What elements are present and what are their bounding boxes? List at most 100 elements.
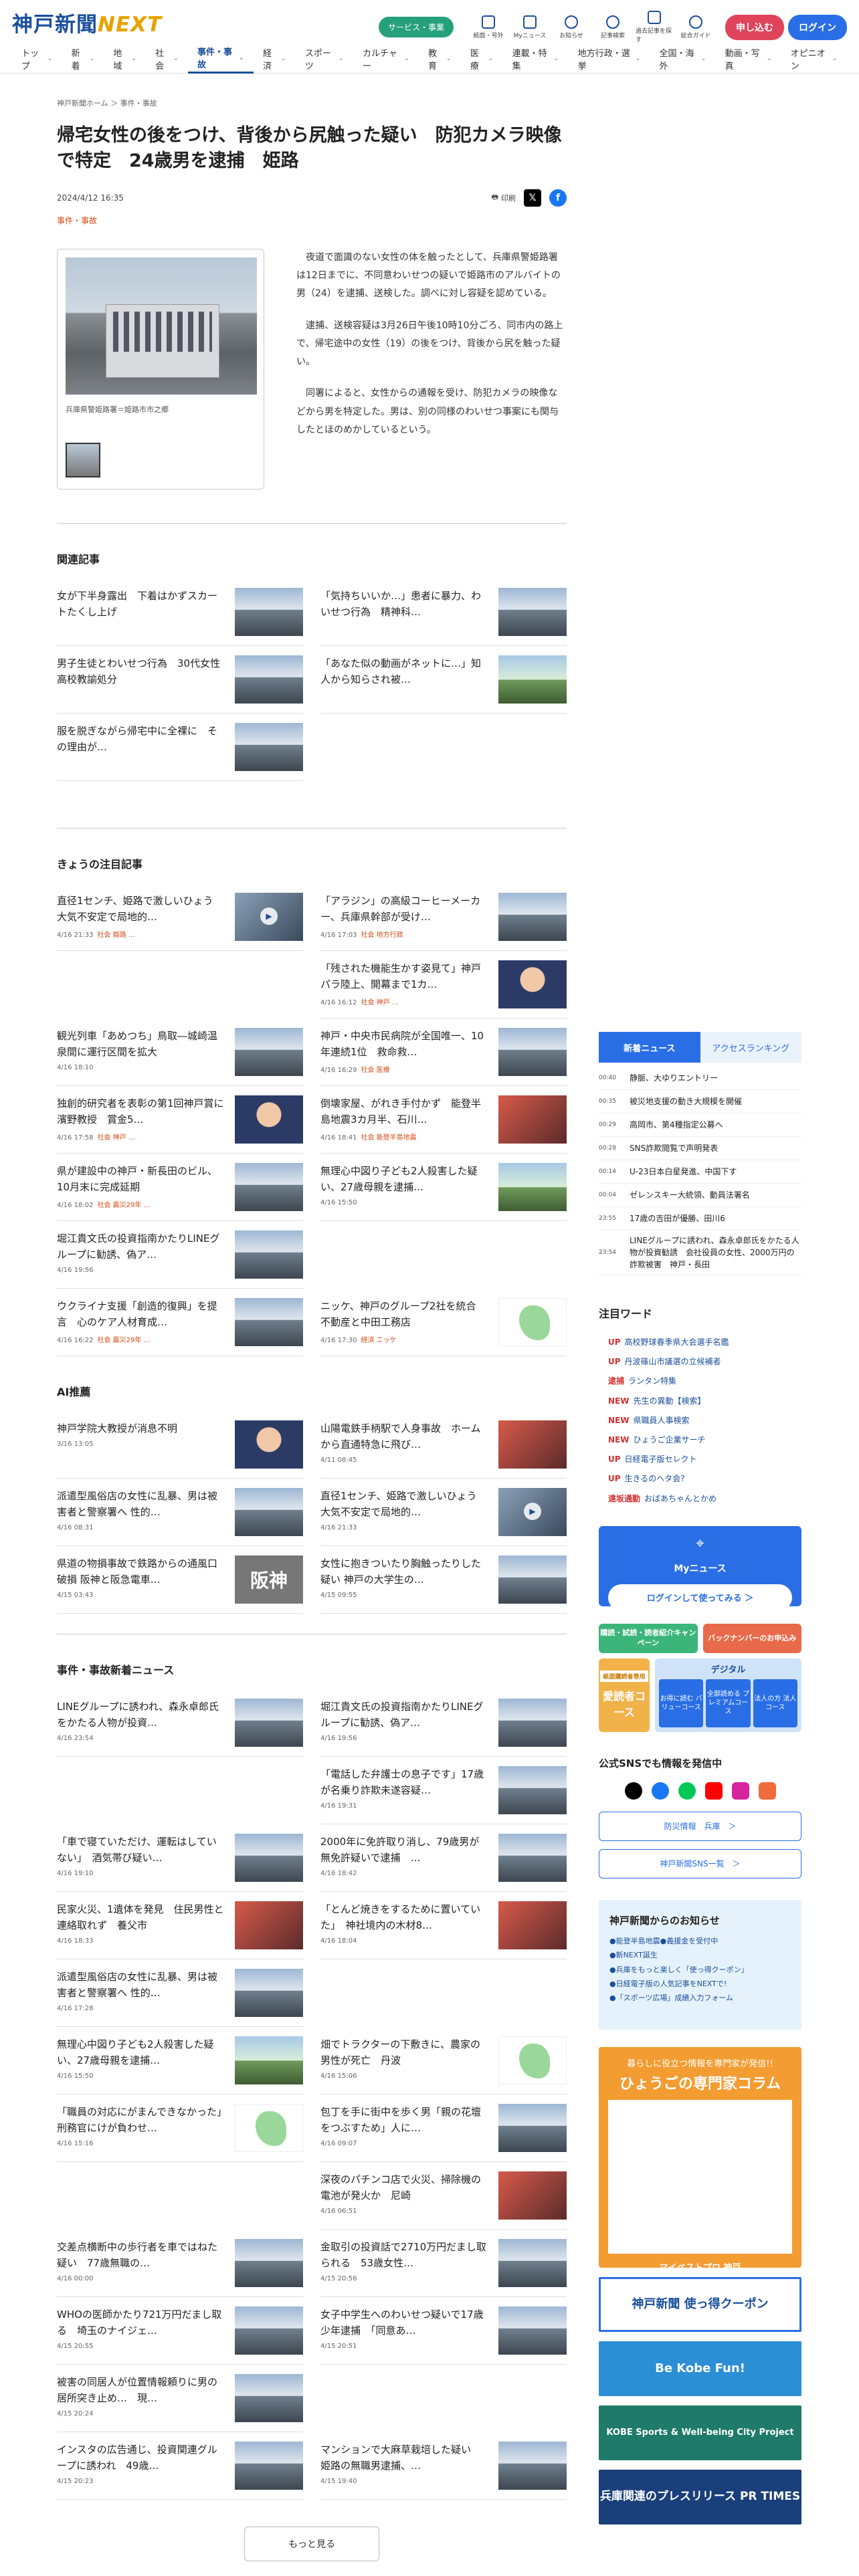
subscribe-button[interactable]: 申し込む [725, 14, 784, 40]
nav-item[interactable]: 社会 [146, 44, 188, 74]
article-photo[interactable] [66, 257, 257, 395]
list-item[interactable]: 神戸学院大教授が消息不明 3/16 13:05 [57, 1411, 303, 1479]
news-item[interactable]: 23:55 17歳の吉田が優勝、田川6 [599, 1207, 801, 1230]
mynews-icon-link[interactable]: Myニュース [511, 15, 549, 39]
news-item[interactable]: 00:28 SNS詐欺閲覧で声明発表 [599, 1137, 801, 1160]
more-button[interactable]: もっと見る [244, 2526, 379, 2561]
list-item[interactable]: 神戸・中央市民病院が全国唯一、10年連続1位 救命救… 4/16 16:29 社会 … [320, 1018, 567, 1086]
list-item[interactable]: LINEグループに誘われ、森永卓郎氏をかたる人物が投資… 4/16 23:54 [57, 1689, 303, 1757]
list-item[interactable]: 県が建設中の神戸・新長田のビル、10月末に完成延期 4/16 18:02 社会 震災… [57, 1154, 303, 1221]
print-button[interactable]: 🖶 印刷 [492, 191, 516, 204]
list-item[interactable]: 直径1センチ、姫路で激しいひょう 大気不安定で局地的… 4/16 21:33 社会 … [57, 883, 303, 951]
nav-item[interactable]: 連載・特集 [503, 44, 569, 74]
reader-course-button[interactable]: 紙面購読者専用 愛読者コース [599, 1658, 650, 1732]
list-item[interactable]: インスタの広告通じ、投資関連グループに誘われ 49歳… 4/15 20:23 [57, 2432, 303, 2500]
nav-item[interactable]: 地域 [104, 44, 146, 74]
x-icon[interactable] [624, 1782, 642, 1800]
news-item[interactable]: 00:40 静脈、大ゆりエントリー [599, 1067, 801, 1090]
nav-item[interactable]: 地方行政・選挙 [569, 44, 650, 74]
notice-icon-link[interactable]: お知らせ [553, 15, 590, 39]
list-item[interactable]: 「とんど焼きをするために置いていた」 神社境内の木材8… 4/16 18:04 [320, 1892, 567, 1959]
nav-item[interactable]: 医療 [461, 44, 503, 74]
keyword-link[interactable]: UP 高校野球春季県大会選手名鑑 [599, 1333, 801, 1352]
list-item[interactable]: ウクライナ支援「創造的復興」を提言 心のケア人材育成… 4/16 16:22 社会 … [57, 1289, 303, 1356]
x-share-icon[interactable]: 𝕏 [524, 189, 541, 207]
notice-link[interactable]: ●能登半島地震●義援金を受付中 [609, 1934, 791, 1948]
list-item[interactable]: 女が下半身露出 下着はかずスカートたくし上げ [57, 578, 303, 646]
premium-course-button[interactable]: 全部読める プレミアムコース [706, 1679, 751, 1727]
list-item[interactable]: 畑でトラクターの下敷きに、農家の男性が死亡 丹波 4/16 15:06 [320, 2027, 567, 2095]
nav-item[interactable]: 新着 [62, 44, 104, 74]
news-item[interactable]: 00:14 U-23日本白星発進、中国下す [599, 1160, 801, 1184]
corporate-course-button[interactable]: 法人の方 法人コース [753, 1679, 797, 1727]
list-item[interactable]: 深夜のパチンコ店で火災、掃除機の電池が発火か 尼崎 4/16 06:51 [320, 2162, 567, 2230]
nav-item[interactable]: トップ [12, 44, 62, 74]
photo-thumbnail[interactable] [66, 442, 100, 477]
news-item[interactable]: 00:35 被災地支援の動き大規模を開催 [599, 1090, 801, 1113]
breadcrumb[interactable]: 神戸新聞ホーム ＞ 事件・事故 [57, 98, 567, 108]
instagram-icon[interactable] [731, 1782, 749, 1800]
list-item[interactable]: 2000年に免許取り消し、79歳男が無免許疑いで逮捕 … 4/16 18:42 [320, 1824, 567, 1892]
sports-ad[interactable]: KOBE Sports & Well-being City Project [599, 2405, 801, 2460]
tab-new-news[interactable]: 新着ニュース [599, 1032, 700, 1063]
keyword-link[interactable]: 逮捕 ランタン特集 [599, 1372, 801, 1391]
bekobe-ad[interactable]: Be Kobe Fun! [599, 2341, 801, 2396]
line-icon[interactable] [678, 1782, 696, 1800]
keyword-link[interactable]: 遠坂通勤 おばあちゃんとかめ [599, 1489, 801, 1509]
list-item[interactable]: 服を脱ぎながら帰宅中に全裸に その理由が… [57, 714, 303, 781]
facebook-share-icon[interactable]: f [549, 189, 567, 207]
list-item[interactable]: 派遣型風俗店の女性に乱暴、男は被害者と警察署へ 性的… 4/16 08:31 [57, 1479, 303, 1546]
list-item[interactable]: 「電話した弁護士の息子です」17歳が名乗り詐欺未遂容疑… 4/16 19:31 [320, 1757, 567, 1824]
keyword-link[interactable]: NEW 県職員人事検索 [599, 1411, 801, 1430]
nav-item[interactable]: カルチャー [353, 44, 419, 74]
nav-item[interactable]: 動画・写真 [716, 44, 781, 74]
nav-item[interactable]: オピニオン [781, 44, 847, 74]
notice-link[interactable]: ●日経電子版の人気記事をNEXTで! [609, 1977, 791, 1991]
list-item[interactable]: 独創的研究者を表彰の第1回神戸賞に濱野教授 賞金5… 4/16 17:58 社会 神… [57, 1086, 303, 1154]
nav-item[interactable]: 事件・事故 [187, 44, 254, 74]
list-item[interactable]: 「車で寝ていただけ、運転はしていない」 酒気帯び疑い… 4/16 19:10 [57, 1824, 303, 1892]
list-item[interactable]: 堀江貴文氏の投資指南かたりLINEグループに勧誘、偽ア… 4/16 19:56 [57, 1221, 303, 1289]
list-item[interactable]: WHOの医師かたり721万円だまし取る 埼玉のナイジェ… 4/15 20:55 [57, 2297, 303, 2365]
keyword-link[interactable]: UP 丹波篠山市議選の立候補者 [599, 1352, 801, 1372]
guide-icon-link[interactable]: 総合ガイド [677, 15, 714, 39]
note-icon[interactable] [758, 1782, 776, 1800]
login-button[interactable]: ログイン [788, 14, 847, 40]
news-item[interactable]: 00:29 高岡市、第4種指定公募へ [599, 1113, 801, 1137]
list-item[interactable]: 県道の物損事故で鉄路からの通風口破損 阪神と阪急電車… 4/15 03:43 阪神 [57, 1546, 303, 1614]
list-item[interactable]: 女性に抱きついたり胸触ったりした疑い 神戸の大学生の… 4/15 09:55 [320, 1546, 567, 1614]
list-item[interactable]: マンションで大麻草栽培した疑い 姫路の無職男逮捕、… 4/15 19:40 [320, 2432, 567, 2500]
keyword-link[interactable]: NEW 先生の異動【検索】 [599, 1392, 801, 1411]
list-item[interactable]: 被害の同居人が位置情報頼りに男の居所突き止め… 現… 4/15 20:24 [57, 2365, 303, 2432]
list-item[interactable]: 直径1センチ、姫路で激しいひょう 大気不安定で局地的… 4/16 21:33 [320, 1479, 567, 1546]
value-course-button[interactable]: お得に読む バリューコース [659, 1679, 704, 1727]
notice-link[interactable]: ●兵庫をもっと楽しく「使っ得クーポン」 [609, 1963, 791, 1977]
list-item[interactable]: 観光列車「あめつち」鳥取―城崎温泉間に運行区間を拡大 4/16 18:10 [57, 1018, 303, 1086]
coupon-ad[interactable]: 神戸新聞 使っ得クーポン [599, 2276, 801, 2332]
list-item[interactable]: 派遣型風俗店の女性に乱暴、男は被害者と警察署へ 性的… 4/16 17:28 [57, 1959, 303, 2027]
archive-icon-link[interactable]: 過去記事を探す [636, 11, 673, 43]
tab-ranking[interactable]: アクセスランキング [700, 1032, 801, 1063]
list-item[interactable]: 山陽電鉄手柄駅で人身事故 ホームから直通特急に飛び… 4/11 08:45 [320, 1411, 567, 1479]
list-item[interactable]: 「職員の対応にがまんできなかった」刑務官にけが負わせ… 4/16 15:16 [57, 2095, 303, 2162]
nav-item[interactable]: 経済 [254, 44, 296, 74]
list-item[interactable]: 「気持ちいいか…」患者に暴力、わいせつ行為 精神科… [320, 578, 567, 646]
nav-item[interactable]: スポーツ [296, 44, 353, 74]
news-item[interactable]: 00:04 ゼレンスキー大統領、動員法署名 [599, 1184, 801, 1207]
keyword-link[interactable]: NEW ひょうご企業サーチ [599, 1430, 801, 1450]
list-item[interactable]: 「残された機能生かす姿見て」神戸パラ陸上、開幕まで1カ… 4/16 16:12 社会… [320, 951, 567, 1018]
list-item[interactable]: 民家火災、1遺体を発見 住民男性と連絡取れず 養父市 4/16 18:33 [57, 1892, 303, 1959]
site-logo[interactable]: 神戸新聞NEXT [12, 7, 162, 37]
notice-link[interactable]: ●新NEXT誕生 [609, 1948, 791, 1962]
list-item[interactable]: 「アラジン」の高級コーヒーメーカー、兵庫県幹部が受け… 4/16 17:03 社会 … [320, 883, 567, 951]
list-item[interactable]: 包丁を手に街中を歩く男「親の花壇をつぶすため」人に… 4/16 09:07 [320, 2095, 567, 2162]
list-item[interactable]: 倒壊家屋、がれき手付かず 能登半島地震3カ月半、石川… 4/16 18:41 社会 … [320, 1086, 567, 1154]
youtube-icon[interactable] [704, 1782, 723, 1800]
mynews-login-button[interactable]: ログインして使ってみる ＞ [608, 1584, 792, 1611]
list-item[interactable]: 無理心中図り子ども2人殺害した疑い、27歳母親を逮捕… 4/16 15:50 [320, 1154, 567, 1221]
prtimes-ad[interactable]: 兵庫関連のプレスリリース PR TIMES [599, 2469, 801, 2525]
article-category[interactable]: 事件・事故 [57, 215, 567, 226]
paper-icon-link[interactable]: 紙面・号外 [470, 15, 507, 39]
backnumber-button[interactable]: バックナンバーのお申込み [702, 1623, 801, 1653]
nav-item[interactable]: 教育 [419, 44, 461, 74]
